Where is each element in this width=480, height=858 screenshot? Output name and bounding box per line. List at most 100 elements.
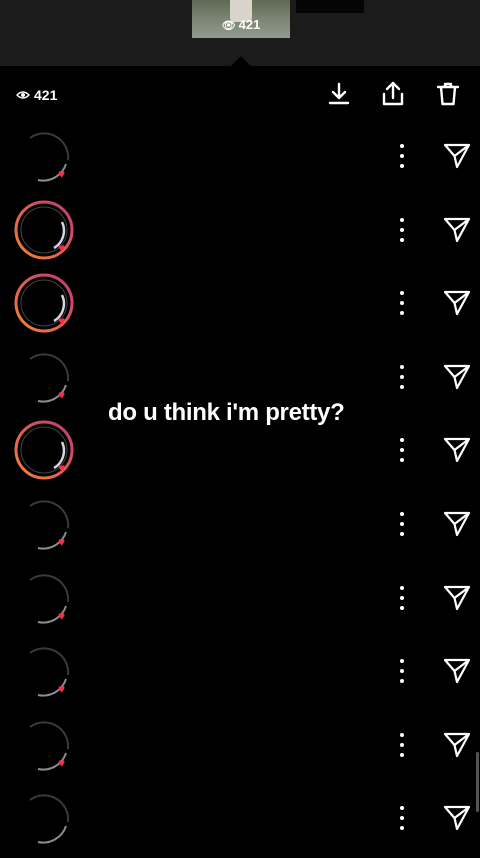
send-message-button[interactable] bbox=[442, 361, 472, 391]
heart-icon: ♥ bbox=[58, 755, 66, 770]
avatar[interactable]: ♥ bbox=[14, 494, 74, 554]
dot bbox=[400, 227, 404, 232]
paper-plane-icon bbox=[443, 806, 471, 831]
download-icon bbox=[328, 82, 350, 105]
dot bbox=[400, 144, 404, 148]
more-options-button[interactable] bbox=[392, 732, 412, 757]
story-caption: do u think i'm pretty? bbox=[108, 399, 345, 426]
avatar[interactable]: ♥ bbox=[14, 641, 74, 701]
dot bbox=[400, 364, 404, 369]
dot bbox=[400, 521, 404, 526]
avatar-ring bbox=[20, 794, 70, 844]
avatar[interactable]: ♥ bbox=[14, 347, 74, 407]
send-message-button[interactable] bbox=[442, 434, 472, 464]
viewer-row[interactable] bbox=[0, 784, 480, 858]
eye-icon bbox=[16, 91, 30, 99]
dot bbox=[400, 585, 404, 590]
heart-icon: ♥ bbox=[58, 682, 66, 697]
share-icon bbox=[382, 81, 404, 106]
viewer-row[interactable]: ♥ bbox=[0, 196, 480, 270]
thumbnail-views-value: 421 bbox=[238, 17, 261, 32]
dot bbox=[400, 217, 404, 222]
heart-icon: ♥ bbox=[58, 387, 66, 402]
delete-button[interactable] bbox=[434, 80, 462, 108]
paper-plane-icon bbox=[443, 511, 471, 537]
dot bbox=[400, 374, 404, 379]
send-message-button[interactable] bbox=[442, 802, 472, 832]
paper-plane-icon bbox=[443, 438, 471, 463]
dot bbox=[400, 154, 404, 158]
viewer-row[interactable]: ♥ bbox=[0, 711, 480, 785]
viewer-row[interactable]: ♥ bbox=[0, 564, 480, 638]
paper-plane-icon bbox=[443, 217, 471, 242]
eye-icon: 👁 bbox=[221, 20, 236, 32]
avatar[interactable]: ♥ bbox=[14, 715, 74, 775]
heart-icon: ♥ bbox=[58, 608, 66, 623]
dot bbox=[400, 164, 404, 168]
more-options-button[interactable] bbox=[392, 659, 412, 684]
send-message-button[interactable] bbox=[442, 582, 472, 612]
send-message-button[interactable] bbox=[442, 287, 472, 317]
viewer-list: ♥ ♥ ♥ ♥ ♥ ♥ ♥ ♥ ♥ bbox=[0, 122, 480, 858]
more-options-button[interactable] bbox=[392, 806, 412, 831]
paper-plane-icon bbox=[443, 732, 471, 757]
heart-icon: ♥ bbox=[58, 534, 66, 549]
paper-plane-icon bbox=[443, 291, 471, 316]
dot bbox=[400, 605, 404, 610]
more-options-button[interactable] bbox=[392, 291, 412, 316]
view-count-value: 421 bbox=[34, 87, 58, 103]
paper-plane-icon bbox=[443, 585, 471, 610]
dot bbox=[400, 806, 404, 811]
send-message-button[interactable] bbox=[442, 655, 472, 685]
heart-icon: ♥ bbox=[58, 167, 66, 181]
viewer-row[interactable]: ♥ bbox=[0, 637, 480, 711]
avatar[interactable]: ♥ bbox=[14, 568, 74, 628]
send-message-button[interactable] bbox=[442, 140, 472, 170]
send-message-button[interactable] bbox=[442, 729, 472, 759]
download-button[interactable] bbox=[325, 80, 353, 108]
viewers-header: 421 bbox=[0, 66, 480, 124]
dot bbox=[400, 531, 404, 536]
story-thumbnail-next[interactable] bbox=[296, 0, 364, 13]
avatar[interactable]: ♥ bbox=[14, 273, 74, 333]
view-count: 421 bbox=[16, 87, 57, 103]
more-options-button[interactable] bbox=[392, 217, 412, 242]
more-options-button[interactable] bbox=[392, 364, 412, 389]
avatar[interactable] bbox=[14, 788, 74, 848]
thumbnail-view-count: 👁 421 bbox=[192, 17, 290, 32]
more-options-button[interactable] bbox=[392, 438, 412, 463]
more-options-button[interactable] bbox=[392, 511, 412, 536]
dot bbox=[400, 438, 404, 443]
more-options-button[interactable] bbox=[392, 144, 412, 168]
dot bbox=[400, 742, 404, 747]
dot bbox=[400, 448, 404, 453]
viewer-row[interactable]: ♥ bbox=[0, 490, 480, 564]
dot bbox=[400, 301, 404, 306]
viewer-row[interactable]: ♥ bbox=[0, 416, 480, 490]
dot bbox=[400, 669, 404, 674]
send-message-button[interactable] bbox=[442, 214, 472, 244]
more-options-button[interactable] bbox=[392, 585, 412, 610]
dot bbox=[400, 732, 404, 737]
dot bbox=[400, 752, 404, 757]
avatar[interactable]: ♥ bbox=[14, 126, 74, 186]
avatar[interactable]: ♥ bbox=[14, 200, 74, 260]
dot bbox=[400, 458, 404, 463]
viewer-row[interactable]: ♥ bbox=[0, 122, 480, 196]
share-button[interactable] bbox=[379, 80, 407, 108]
viewer-row[interactable]: ♥ bbox=[0, 269, 480, 343]
avatar[interactable]: ♥ bbox=[14, 420, 74, 480]
dot bbox=[400, 816, 404, 821]
paper-plane-icon bbox=[443, 364, 471, 389]
paper-plane-icon bbox=[443, 659, 471, 684]
paper-plane-icon bbox=[443, 143, 471, 169]
scrollbar[interactable] bbox=[476, 752, 479, 812]
dot bbox=[400, 291, 404, 296]
dot bbox=[400, 826, 404, 831]
dot bbox=[400, 595, 404, 600]
trash-icon bbox=[436, 82, 460, 106]
story-thumbnail[interactable]: 👁 421 bbox=[192, 0, 290, 38]
dot bbox=[400, 679, 404, 684]
dot bbox=[400, 384, 404, 389]
send-message-button[interactable] bbox=[442, 508, 472, 538]
